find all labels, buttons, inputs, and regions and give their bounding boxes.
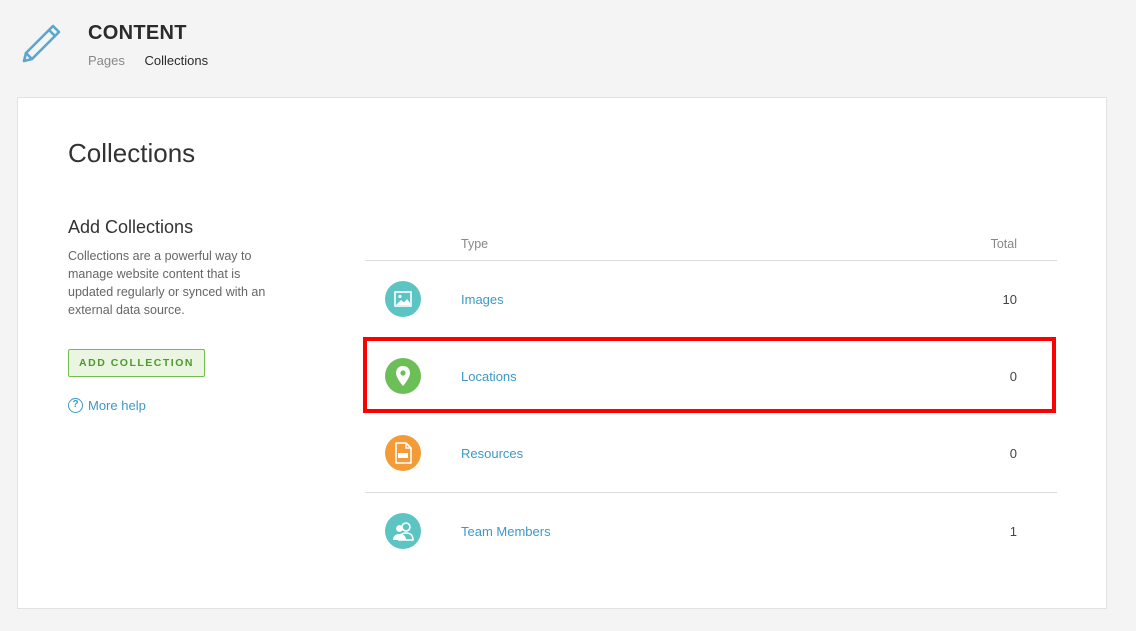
type-column-header: Type — [461, 237, 489, 251]
breadcrumb: Pages Collections — [88, 53, 224, 68]
section-title: CONTENT — [88, 22, 187, 44]
collections-description: Collections are a powerful way to manage… — [68, 249, 266, 317]
collection-total-team-members: 1 — [1009, 524, 1017, 539]
people-icon — [385, 513, 421, 549]
total-column-header: Total — [990, 237, 1017, 251]
more-help-label: More help — [88, 398, 146, 413]
collections-table: Type Total Images 10 Locations 0 Resourc… — [365, 228, 1057, 569]
add-collection-button[interactable]: ADD COLLECTION — [68, 349, 205, 377]
image-icon — [385, 281, 421, 317]
pdf-file-icon — [385, 435, 421, 471]
table-row-resources[interactable]: Resources 0 — [365, 415, 1057, 492]
collection-total-images: 10 — [1002, 292, 1017, 307]
breadcrumb-collections[interactable]: Collections — [145, 53, 209, 68]
page-title: Collections — [68, 138, 196, 168]
table-row-team-members[interactable]: Team Members 1 — [365, 492, 1057, 569]
collection-name-resources[interactable]: Resources — [461, 446, 523, 461]
table-row-locations[interactable]: Locations 0 — [365, 338, 1057, 415]
map-pin-icon — [385, 358, 421, 394]
pencil-icon — [22, 24, 61, 63]
collection-name-locations[interactable]: Locations — [461, 369, 517, 384]
page-header: CONTENT Pages Collections — [0, 0, 1136, 97]
help-circle-icon: ? — [68, 398, 83, 413]
table-row-images[interactable]: Images 10 — [365, 261, 1057, 338]
collection-total-resources: 0 — [1009, 446, 1017, 461]
breadcrumb-pages[interactable]: Pages — [88, 53, 125, 68]
collection-name-team-members[interactable]: Team Members — [461, 524, 551, 539]
add-collections-heading: Add Collections — [68, 217, 194, 237]
more-help-link[interactable]: ? More help — [68, 398, 146, 413]
collection-total-locations: 0 — [1009, 369, 1017, 384]
table-header: Type Total — [365, 228, 1057, 261]
collection-name-images[interactable]: Images — [461, 292, 504, 307]
content-panel: Collections Add Collections Collections … — [17, 97, 1107, 609]
